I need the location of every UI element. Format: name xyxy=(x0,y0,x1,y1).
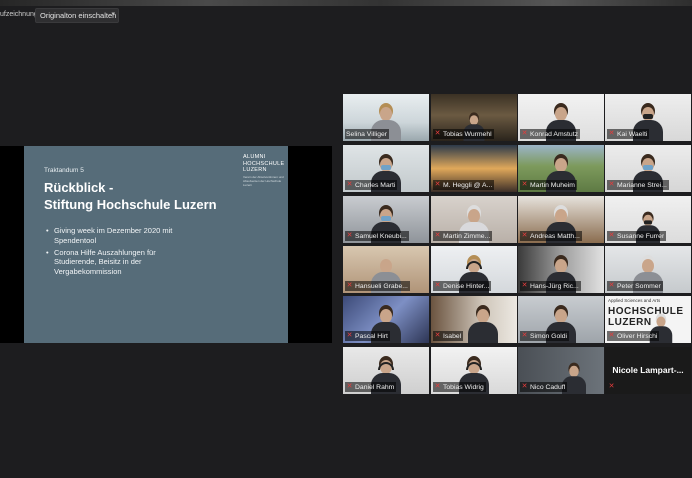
participant-tile-simon-goldi[interactable]: ✕ Simon Goldi xyxy=(518,296,604,343)
participant-name: Martin Zimme... xyxy=(443,232,491,240)
participant-tile-martin-zimme[interactable]: ✕ Martin Zimme... xyxy=(431,196,517,243)
participant-name: Peter Sommer xyxy=(617,282,661,290)
participant-tile-peter-sommer[interactable]: ✕ Peter Sommer xyxy=(605,246,691,293)
participant-tile-hansueli-grabe[interactable]: ✕ Hansueli Grabe... xyxy=(343,246,429,293)
logo-line: LUZERN xyxy=(243,167,267,173)
participant-name: M. Heggli @ A... xyxy=(443,181,493,189)
muted-mic-icon: ✕ xyxy=(521,181,528,188)
participant-name: Samuel Kneubi... xyxy=(355,232,407,240)
muted-mic-icon: ✕ xyxy=(521,282,528,289)
original-sound-label: Originalton einschalten xyxy=(40,11,117,20)
top-image-strip xyxy=(0,0,692,6)
participant-name-placeholder: Nicole Lampart-... xyxy=(612,365,684,375)
muted-mic-icon: ✕ xyxy=(434,383,441,390)
participant-tile-m-heggli[interactable]: ✕ M. Heggli @ A... xyxy=(431,145,517,192)
muted-mic-icon: ✕ xyxy=(608,232,615,239)
participant-name: Hansueli Grabe... xyxy=(355,282,408,290)
muted-mic-icon: ✕ xyxy=(608,383,615,390)
participant-tile-marianne-strei[interactable]: ✕ Marianne Strei... xyxy=(605,145,691,192)
muted-mic-icon: ✕ xyxy=(521,383,528,390)
participant-tile-selina-villiger[interactable]: Selina Villiger xyxy=(343,94,429,141)
participant-name: Hans-Jürg Ric... xyxy=(530,282,579,290)
participant-name: Nico Caduff xyxy=(530,383,566,391)
participant-tile-oliver-hirschi[interactable]: Applied Sciences and Arts HOCHSCHULE LUZ… xyxy=(605,296,691,343)
slide-bullet: Corona Hilfe Auszahlungen für Studierend… xyxy=(46,248,196,277)
slide-title: Rückblick - Stiftung Hochschule Luzern xyxy=(44,179,217,213)
muted-mic-icon: ✕ xyxy=(434,332,441,339)
muted-mic-icon: ✕ xyxy=(521,232,528,239)
participant-name: Oliver Hirschi xyxy=(617,332,658,340)
muted-mic-icon: ✕ xyxy=(346,282,353,289)
participant-tile-nicole-lampart[interactable]: Nicole Lampart-... ✕ xyxy=(605,347,691,394)
participant-tile-samuel-kneubi[interactable]: ✕ Samuel Kneubi... xyxy=(343,196,429,243)
muted-mic-icon: ✕ xyxy=(346,383,353,390)
presentation-slide: Traktandum 5 Rückblick - Stiftung Hochsc… xyxy=(24,146,288,343)
participant-name: Denise Hinter... xyxy=(443,282,490,290)
original-sound-dropdown[interactable]: Originalton einschalten ▾ xyxy=(35,8,119,23)
participant-name: Simon Goldi xyxy=(530,332,568,340)
participant-tile-isabel[interactable]: ✕ Isabel xyxy=(431,296,517,343)
participant-name: Martin Muheim xyxy=(530,181,575,189)
slide-bullet: Giving week im Dezember 2020 mit Spenden… xyxy=(46,226,196,246)
participant-tile-daniel-rahm[interactable]: ✕ Daniel Rahm xyxy=(343,347,429,394)
participant-name: Isabel xyxy=(443,332,462,340)
muted-mic-icon: ✕ xyxy=(608,181,615,188)
slide-bullets: Giving week im Dezember 2020 mit Spenden… xyxy=(46,226,196,279)
muted-mic-icon: ✕ xyxy=(608,332,615,339)
muted-mic-icon: ✕ xyxy=(521,130,528,137)
muted-mic-icon: ✕ xyxy=(346,332,353,339)
muted-mic-icon: ✕ xyxy=(434,181,441,188)
muted-mic-icon: ✕ xyxy=(346,181,353,188)
participant-name: Marianne Strei... xyxy=(617,181,667,189)
participant-tile-tobias-widrig[interactable]: ✕ Tobias Widrig xyxy=(431,347,517,394)
muted-mic-icon: ✕ xyxy=(346,232,353,239)
alumni-logo: ALUMNI HOCHSCHULE LUZERN Verein der Abso… xyxy=(243,154,285,187)
participant-tile-pascal-hirt[interactable]: ✕ Pascal Hirt xyxy=(343,296,429,343)
participant-tile-kai-waelti[interactable]: ✕ Kai Waelti xyxy=(605,94,691,141)
participant-name: Susanne Furrer xyxy=(617,232,665,240)
hochschule-tagline: Applied Sciences and Arts xyxy=(608,298,661,303)
muted-mic-icon: ✕ xyxy=(608,130,615,137)
participant-name: Tobias Widrig xyxy=(443,383,484,391)
participant-name: Charles Marti xyxy=(355,181,396,189)
slide-kicker: Traktandum 5 xyxy=(44,167,84,174)
participant-tile-susanne-furrer[interactable]: ✕ Susanne Furrer xyxy=(605,196,691,243)
participant-name: Daniel Rahm xyxy=(355,383,395,391)
participant-tile-denise-hinter[interactable]: ✕ Denise Hinter... xyxy=(431,246,517,293)
muted-mic-icon: ✕ xyxy=(434,232,441,239)
participant-tile-konrad-amstutz[interactable]: ✕ Konrad Amstutz xyxy=(518,94,604,141)
participant-name: Kai Waelti xyxy=(617,130,648,138)
participant-tile-andreas-matth[interactable]: ✕ Andreas Matth... xyxy=(518,196,604,243)
participant-tile-charles-marti[interactable]: ✕ Charles Marti xyxy=(343,145,429,192)
participant-name: Pascal Hirt xyxy=(355,332,388,340)
recording-label: ufzeichnung xyxy=(0,11,38,18)
participant-tile-tobias-wurmehl[interactable]: ✕ Tobias Wurmehl xyxy=(431,94,517,141)
participant-name: Andreas Matth... xyxy=(530,232,580,240)
muted-mic-icon: ✕ xyxy=(608,282,615,289)
participant-tile-nico-caduff[interactable]: ✕ Nico Caduff xyxy=(518,347,604,394)
slide-title-line-2: Stiftung Hochschule Luzern xyxy=(44,197,217,212)
slide-title-line-1: Rückblick - xyxy=(44,180,114,195)
logo-subtitle: Verein der Absolventinnen und Absolvente… xyxy=(243,174,284,187)
participant-tile-hans-juerg-ric[interactable]: ✕ Hans-Jürg Ric... xyxy=(518,246,604,293)
muted-mic-icon: ✕ xyxy=(434,282,441,289)
chevron-down-icon: ▾ xyxy=(111,11,115,18)
participant-name: Konrad Amstutz xyxy=(530,130,578,138)
participant-video xyxy=(467,303,499,343)
participant-tile-martin-muheim[interactable]: ✕ Martin Muheim xyxy=(518,145,604,192)
participant-name: Selina Villiger xyxy=(346,130,388,138)
participant-name: Tobias Wurmehl xyxy=(443,130,492,138)
muted-mic-icon: ✕ xyxy=(521,332,528,339)
muted-mic-icon: ✕ xyxy=(434,130,441,137)
